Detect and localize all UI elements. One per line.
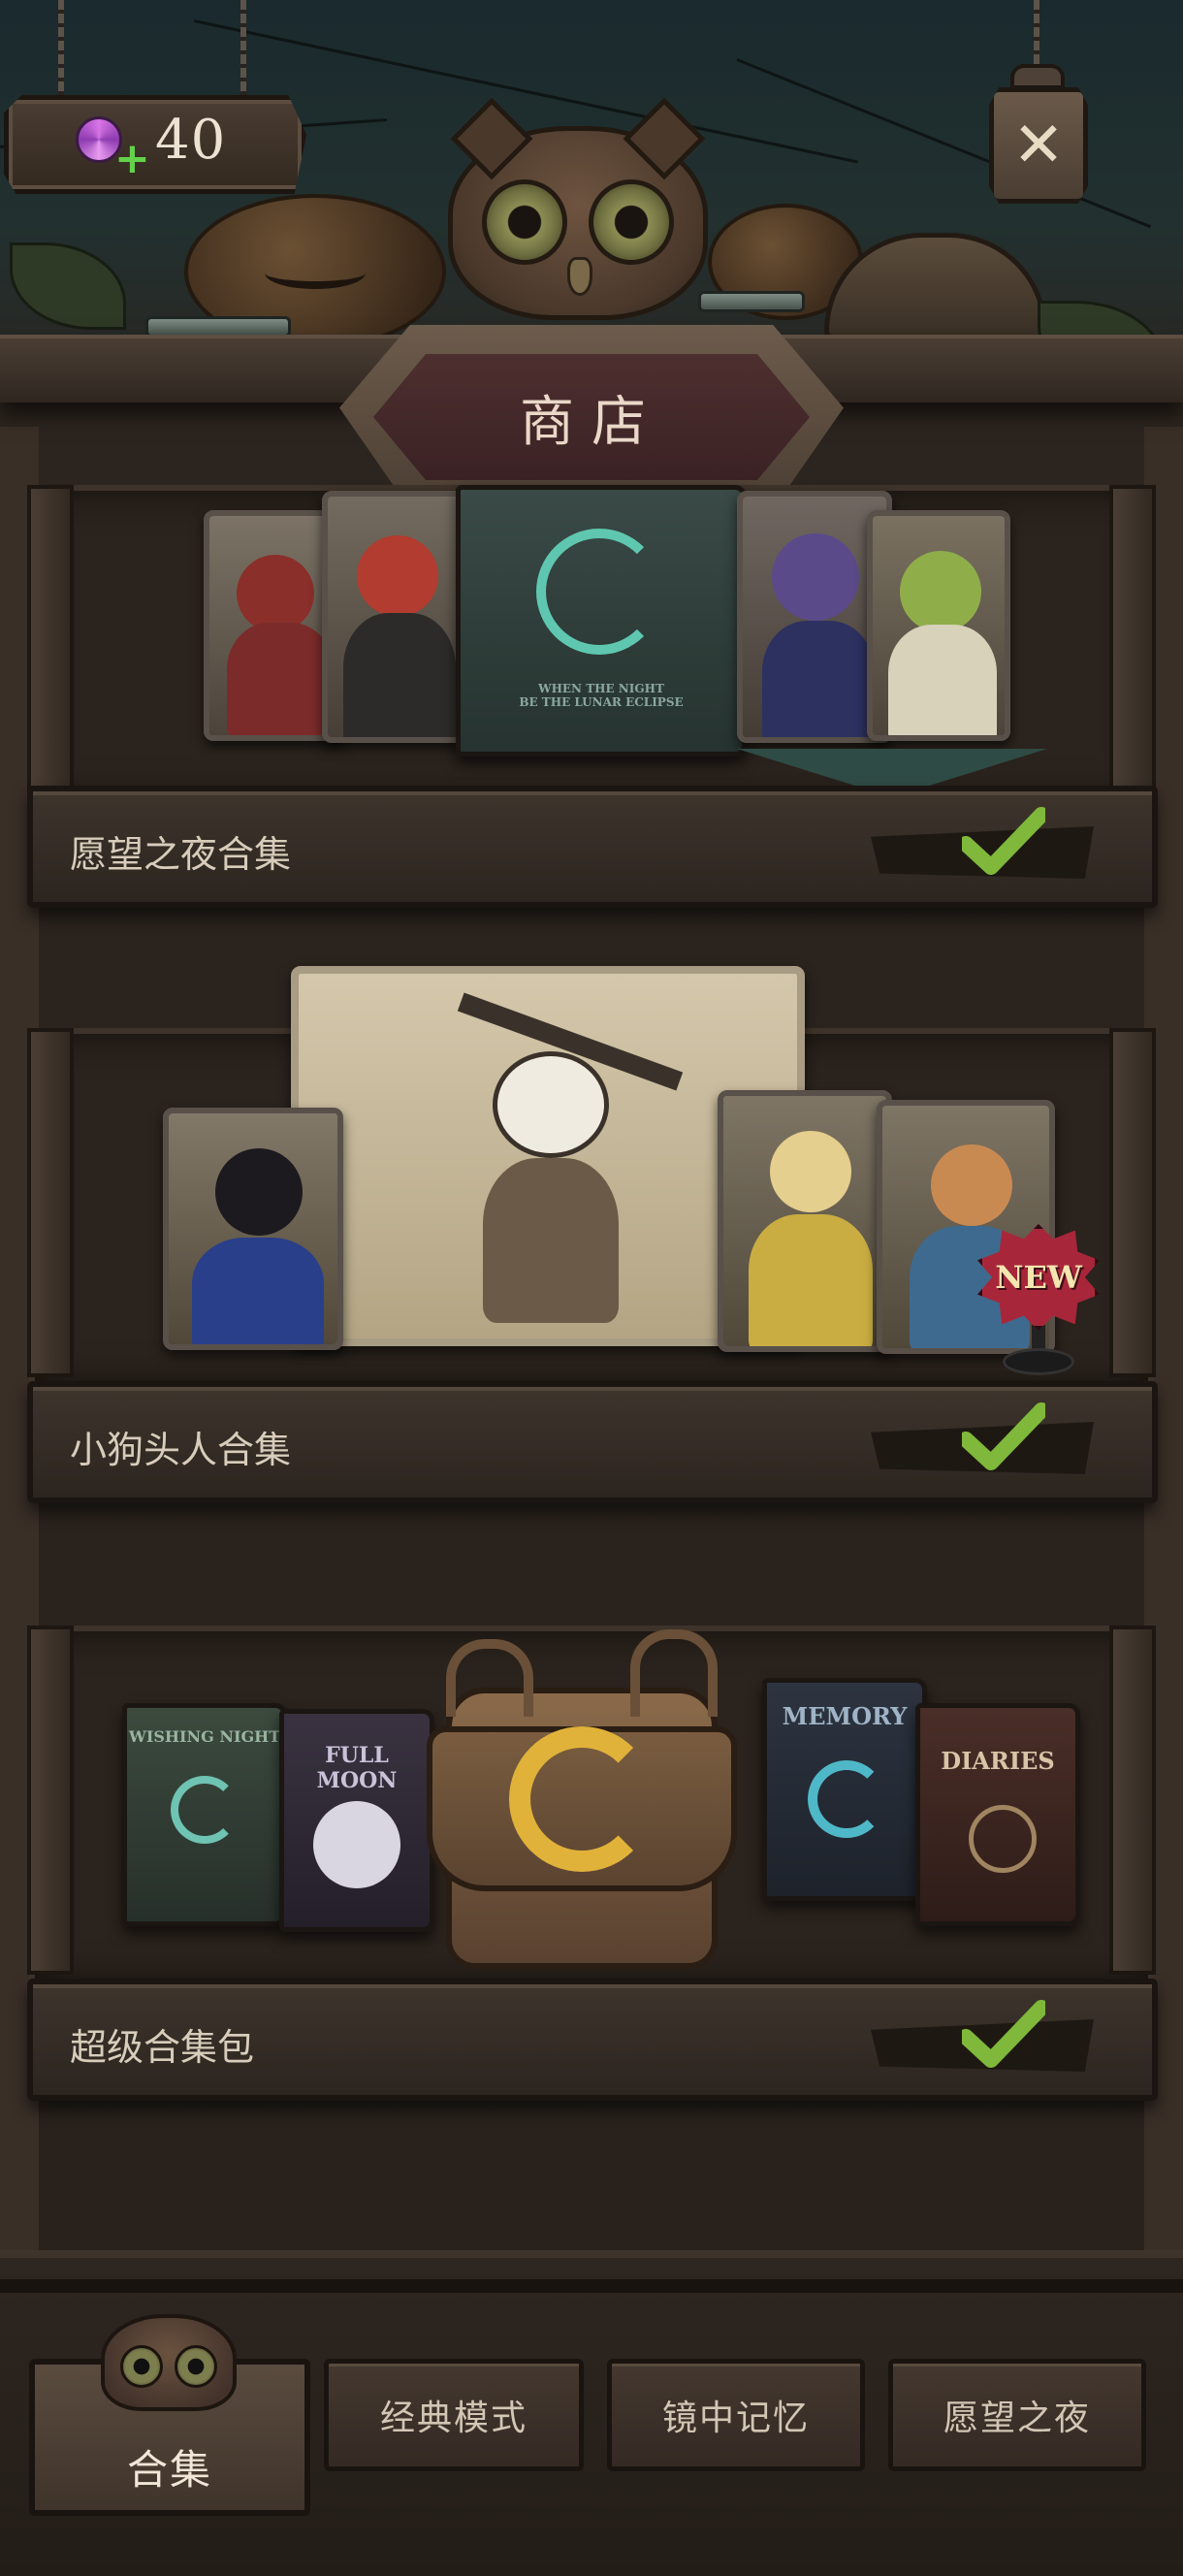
shelf-item-wish-night-collection[interactable]: 愿望之夜合集 [27,786,1158,908]
wish-night-book: WHEN THE NIGHT BE THE LUNAR ECLIPSE [456,485,747,757]
tab-label: 经典模式 [379,2399,528,2438]
tab-label: 愿望之夜 [943,2399,1091,2438]
owl-icon [101,2314,237,2411]
emblem-icon [969,1805,1037,1873]
book-subtitle: WHEN THE NIGHT BE THE LUNAR ECLIPSE [519,682,684,709]
tab-wish-night[interactable]: 愿望之夜 [888,2359,1146,2471]
shelf-post [1109,1626,1156,1975]
shelf-item-super-collection-pack[interactable]: 超级合集包 [27,1979,1158,2101]
shelf-post [27,1626,74,1975]
book-title: DIARIES [941,1747,1055,1775]
shelf-label: 愿望之夜合集 [70,833,292,876]
currency-value: 40 [155,109,227,172]
close-icon: ✕ [1012,110,1065,181]
checkmark-icon [962,807,1045,875]
tab-label: 镜中记忆 [661,2399,810,2438]
tab-label: 合集 [126,2445,212,2494]
memory-book: MEMORY [762,1678,927,1901]
chain [240,0,246,97]
shelf-label: 超级合集包 [70,2026,255,2069]
character-card-green-elf [867,510,1010,741]
tab-mirror-memory[interactable]: 镜中记忆 [607,2359,865,2471]
swirl-emblem [536,529,662,655]
character-card-snow-white [163,1108,343,1350]
plus-icon[interactable]: + [114,138,150,180]
chain [58,0,64,97]
checkmark-icon [962,1402,1045,1470]
shelf-post [27,1028,74,1377]
character-card-golden-prince [718,1090,892,1352]
swirl-emblem [808,1760,885,1838]
shelf-post [27,485,74,795]
tab-classic-mode[interactable]: 经典模式 [324,2359,584,2471]
new-badge-label: NEW [995,1259,1082,1296]
shelf-item-kobold-collection[interactable]: 小狗头人合集 [27,1381,1158,1503]
diaries-book: DIARIES [915,1703,1080,1926]
title-plaque-inner: 商店 [373,354,810,480]
character-card-red-haired-queen [322,491,467,743]
book-title: MEMORY [782,1702,908,1730]
page-title: 商店 [520,390,663,454]
lantern-cap [1010,64,1065,89]
owl-decoration [448,97,708,320]
coins-decoration [698,291,805,312]
swirl-emblem [171,1776,239,1844]
chain [1034,0,1039,68]
gold-swirl-emblem [509,1726,655,1872]
close-button[interactable]: ✕ [989,87,1088,204]
badge-base [1003,1348,1074,1375]
shelf-post [1109,1028,1156,1377]
nav-rail [0,2279,1183,2293]
checkmark-icon [962,2000,1045,2068]
book-title: WISHING NIGHT [128,1727,281,1746]
shelf-post [1109,485,1156,795]
satchel-bag [388,1629,776,1969]
wishing-night-book: WISHING NIGHT [122,1703,287,1926]
shelf-label: 小狗头人合集 [70,1429,292,1471]
